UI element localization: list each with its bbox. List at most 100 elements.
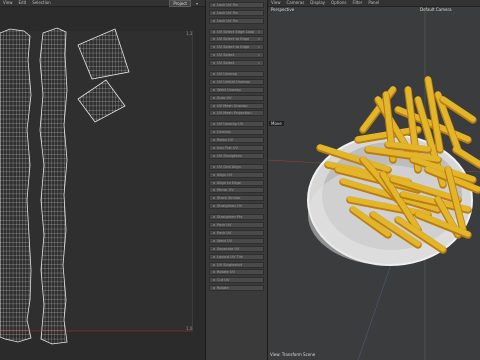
side-tool-item[interactable]: Pack UV bbox=[209, 229, 264, 236]
side-tool-label: UV Straighten bbox=[217, 153, 243, 158]
side-tool-item[interactable]: Mirror UV bbox=[209, 187, 264, 194]
tool-icon bbox=[213, 197, 215, 200]
uv-islands[interactable]: 1,1 1,0 bbox=[0, 0, 206, 360]
tool-icon bbox=[213, 189, 215, 192]
tool-icon bbox=[213, 46, 215, 49]
side-tool-item[interactable]: UV Select Edge Loop bbox=[209, 28, 264, 35]
side-tool-item[interactable]: Lock UV Pin bbox=[209, 17, 264, 24]
side-tool-label: Pack UV bbox=[217, 223, 232, 228]
tool-icon bbox=[213, 255, 215, 258]
side-tool-label: Lock UV Pin bbox=[217, 2, 238, 7]
side-tool-label: UV Unfold Unwrap bbox=[217, 79, 250, 84]
side-tool-label: Layout UV Tile bbox=[217, 254, 243, 259]
side-tool-item[interactable]: Relax UV bbox=[209, 137, 264, 144]
side-tool-item[interactable]: Iron Flat UV bbox=[209, 145, 264, 152]
tool-icon bbox=[213, 88, 215, 91]
option-toggle-icon[interactable] bbox=[258, 54, 260, 57]
side-tool-label: UV Select Edge Loop bbox=[217, 29, 255, 34]
side-tool-item[interactable]: UV Unwrap UV bbox=[209, 121, 264, 128]
uv-tools-panel: Lock UV Pin Lock UV Pin Lock UV Pin UV Sele… bbox=[206, 0, 268, 360]
side-tool-item[interactable]: UV Mesh Projection bbox=[209, 110, 264, 117]
option-toggle-icon[interactable] bbox=[258, 46, 260, 49]
side-tool-label: UV Select to Edge bbox=[217, 45, 250, 50]
side-tool-label: Pack UV bbox=[217, 230, 232, 235]
tool-icon bbox=[213, 263, 215, 266]
tool-icon bbox=[213, 279, 215, 282]
side-tool-item[interactable]: Stack Similar bbox=[209, 195, 264, 202]
side-tool-item[interactable]: UV Unwrap bbox=[209, 71, 264, 78]
side-tool-label: UV Mesh Unwrap bbox=[217, 103, 248, 108]
side-tool-label: Rotate bbox=[217, 286, 229, 291]
side-tool-item[interactable]: Straighten UV bbox=[209, 203, 264, 210]
side-tool-label: Lock UV Pin bbox=[217, 18, 238, 23]
side-tool-item[interactable]: Rotate UV bbox=[209, 269, 264, 276]
side-tool-label: UV Grid Align bbox=[217, 164, 241, 169]
fries-plate-render[interactable] bbox=[268, 0, 480, 360]
option-toggle-icon[interactable] bbox=[258, 38, 260, 41]
side-tool-item[interactable]: UV Select bbox=[209, 52, 264, 59]
side-tool-label: Auto UV bbox=[217, 95, 232, 100]
side-tool-label: Unwrap bbox=[217, 130, 231, 135]
tool-icon bbox=[213, 181, 215, 184]
uv-editor-panel: View Edit Selection Project ▾ 1,1 1,0 bbox=[0, 0, 206, 360]
tool-icon bbox=[213, 165, 215, 168]
side-tool-item[interactable]: Straighten Pts bbox=[209, 214, 264, 221]
side-tool-item[interactable]: UV Grid Align bbox=[209, 163, 264, 170]
side-tool-item[interactable]: Align to Edge bbox=[209, 179, 264, 186]
tool-icon bbox=[213, 239, 215, 242]
tool-group-divider bbox=[209, 209, 264, 212]
side-tool-item[interactable]: Weld Unwrap bbox=[209, 86, 264, 93]
tool-group-divider bbox=[209, 159, 264, 162]
side-tool-item[interactable]: UV Select to Edge bbox=[209, 44, 264, 51]
tool-icon bbox=[213, 205, 215, 208]
tool-icon bbox=[213, 287, 215, 290]
side-tool-item[interactable]: Auto UV bbox=[209, 94, 264, 101]
side-tool-item[interactable]: Separate UV bbox=[209, 245, 264, 252]
side-tool-label: UV Select bbox=[217, 53, 235, 58]
tool-icon bbox=[213, 11, 215, 14]
side-tool-item[interactable]: Rotate bbox=[209, 285, 264, 292]
side-tool-label: Relax UV bbox=[217, 138, 234, 143]
side-tool-item[interactable]: Lock UV Pin bbox=[209, 1, 264, 8]
side-tool-item[interactable]: UV Select bbox=[209, 60, 264, 67]
tool-icon bbox=[213, 173, 215, 176]
side-tool-item[interactable]: Cut UV bbox=[209, 277, 264, 284]
tool-icon bbox=[213, 104, 215, 107]
side-tool-label: UV Singleshot bbox=[217, 262, 243, 267]
uv-tools-list: Lock UV Pin Lock UV Pin Lock UV Pin UV Sele… bbox=[209, 0, 264, 292]
side-tool-label: Straighten Pts bbox=[217, 215, 243, 220]
tool-icon bbox=[213, 80, 215, 83]
side-tool-label: Cut UV bbox=[217, 278, 230, 283]
side-tool-item[interactable]: UV Unfold Unwrap bbox=[209, 78, 264, 85]
tool-icon bbox=[213, 38, 215, 41]
side-tool-item[interactable]: Lock UV Pin bbox=[209, 9, 264, 16]
side-tool-item[interactable]: Weld UV bbox=[209, 237, 264, 244]
side-tool-label: Lock UV Pin bbox=[217, 10, 238, 15]
tool-icon bbox=[213, 96, 215, 99]
tool-icon bbox=[213, 147, 215, 150]
side-tool-item[interactable]: Pack UV bbox=[209, 222, 264, 229]
viewport-3d[interactable]: View Cameras Display Options Filter Pane… bbox=[268, 0, 480, 360]
tool-group-divider bbox=[209, 116, 264, 119]
side-tool-item[interactable]: Unwrap bbox=[209, 129, 264, 136]
side-tool-item[interactable]: UV Straighten bbox=[209, 152, 264, 159]
tool-icon bbox=[213, 216, 215, 219]
side-tool-label: Separate UV bbox=[217, 246, 240, 251]
side-tool-label: UV Mesh Projection bbox=[217, 111, 252, 116]
tool-icon bbox=[213, 154, 215, 157]
side-tool-item[interactable]: UV Mesh Unwrap bbox=[209, 102, 264, 109]
side-tool-item[interactable]: UV Select to Edge bbox=[209, 36, 264, 43]
side-tool-label: Rotate UV bbox=[217, 270, 235, 275]
tool-icon bbox=[213, 224, 215, 227]
tool-icon bbox=[213, 271, 215, 274]
side-tool-label: Stack Similar bbox=[217, 196, 241, 201]
tool-icon bbox=[213, 62, 215, 65]
option-toggle-icon[interactable] bbox=[258, 30, 260, 33]
side-tool-label: Straighten UV bbox=[217, 204, 243, 209]
tool-icon bbox=[213, 247, 215, 250]
option-toggle-icon[interactable] bbox=[258, 62, 260, 65]
side-tool-item[interactable]: Layout UV Tile bbox=[209, 253, 264, 260]
side-tool-item[interactable]: UV Singleshot bbox=[209, 261, 264, 268]
svg-text:1,1: 1,1 bbox=[186, 31, 193, 36]
side-tool-item[interactable]: Align UV bbox=[209, 171, 264, 178]
